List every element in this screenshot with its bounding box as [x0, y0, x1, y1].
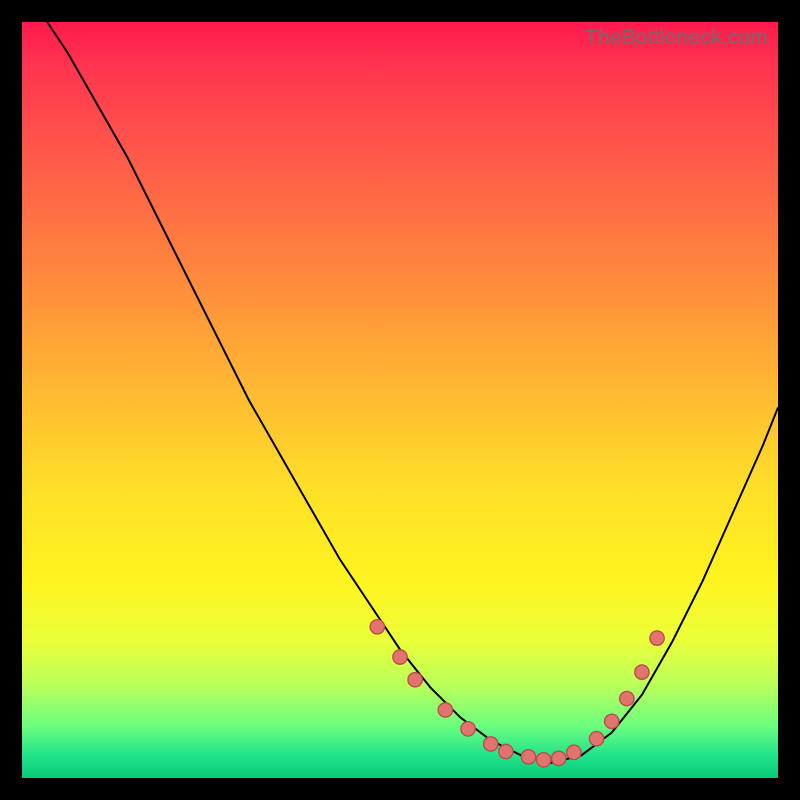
- data-point: [567, 745, 581, 759]
- data-point: [650, 631, 664, 645]
- data-point: [620, 691, 634, 705]
- data-point: [370, 620, 384, 634]
- curve-layer: [22, 22, 778, 778]
- data-point: [552, 751, 566, 765]
- data-point: [521, 750, 535, 764]
- data-point: [635, 665, 649, 679]
- data-point: [438, 703, 452, 717]
- data-point: [408, 673, 422, 687]
- data-point: [536, 753, 550, 767]
- data-point: [604, 714, 618, 728]
- bottleneck-curve: [37, 7, 778, 763]
- curve-points: [370, 620, 664, 767]
- data-point: [461, 722, 475, 736]
- data-point: [484, 737, 498, 751]
- data-point: [393, 650, 407, 664]
- plot-area: TheBottleneck.com: [22, 22, 778, 778]
- data-point: [589, 732, 603, 746]
- chart-frame: TheBottleneck.com: [0, 0, 800, 800]
- data-point: [499, 744, 513, 758]
